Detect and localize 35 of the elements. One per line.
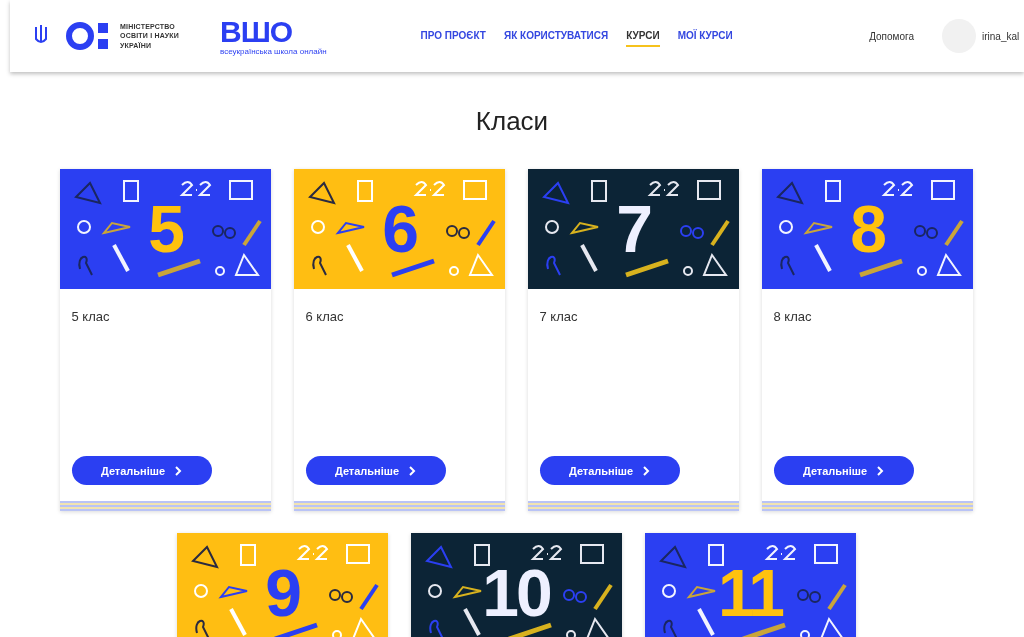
class-number: 8: [850, 191, 884, 267]
school-subtitle: всеукраїнська школа онлайн: [220, 46, 327, 56]
class-number: 9: [265, 555, 299, 631]
school-logo[interactable]: ВШО: [220, 16, 293, 47]
class-banner[interactable]: 11: [644, 533, 856, 637]
class-number: 5: [148, 191, 182, 267]
class-number: 6: [382, 191, 416, 267]
details-button[interactable]: Детальніше: [539, 456, 680, 485]
details-button[interactable]: Детальніше: [773, 456, 914, 485]
class-title: 5 клас: [71, 309, 111, 324]
details-button[interactable]: Детальніше: [305, 456, 446, 485]
page-title: Класи: [474, 106, 550, 137]
class-title: 7 клас: [539, 309, 579, 324]
nav-link[interactable]: КУРСИ: [626, 25, 660, 47]
chevron-right-icon: [409, 465, 417, 476]
class-banner[interactable]: 7: [527, 169, 739, 289]
class-banner[interactable]: 6: [293, 169, 505, 289]
class-number: 10: [482, 555, 550, 631]
class-banner[interactable]: 8: [761, 169, 973, 289]
nav-link[interactable]: ПРО ПРОЄКТ: [420, 25, 486, 47]
chevron-right-icon: [175, 465, 183, 476]
class-title: 8 клас: [773, 309, 813, 324]
class-banner[interactable]: 9: [176, 533, 388, 637]
chevron-right-icon: [877, 465, 885, 476]
class-banner[interactable]: 5: [59, 169, 271, 289]
chevron-right-icon: [643, 465, 651, 476]
help-link[interactable]: Допомога: [869, 30, 914, 42]
class-number: 11: [718, 555, 782, 631]
class-title: 6 клас: [305, 309, 345, 324]
nav-link[interactable]: МОЇ КУРСИ: [677, 25, 733, 47]
details-button[interactable]: Детальніше: [71, 456, 212, 485]
class-number: 7: [616, 191, 650, 267]
username[interactable]: irina_kal: [982, 30, 1024, 42]
class-banner[interactable]: 10: [410, 533, 622, 637]
nav-link[interactable]: ЯК КОРИСТУВАТИСЯ: [503, 25, 609, 47]
